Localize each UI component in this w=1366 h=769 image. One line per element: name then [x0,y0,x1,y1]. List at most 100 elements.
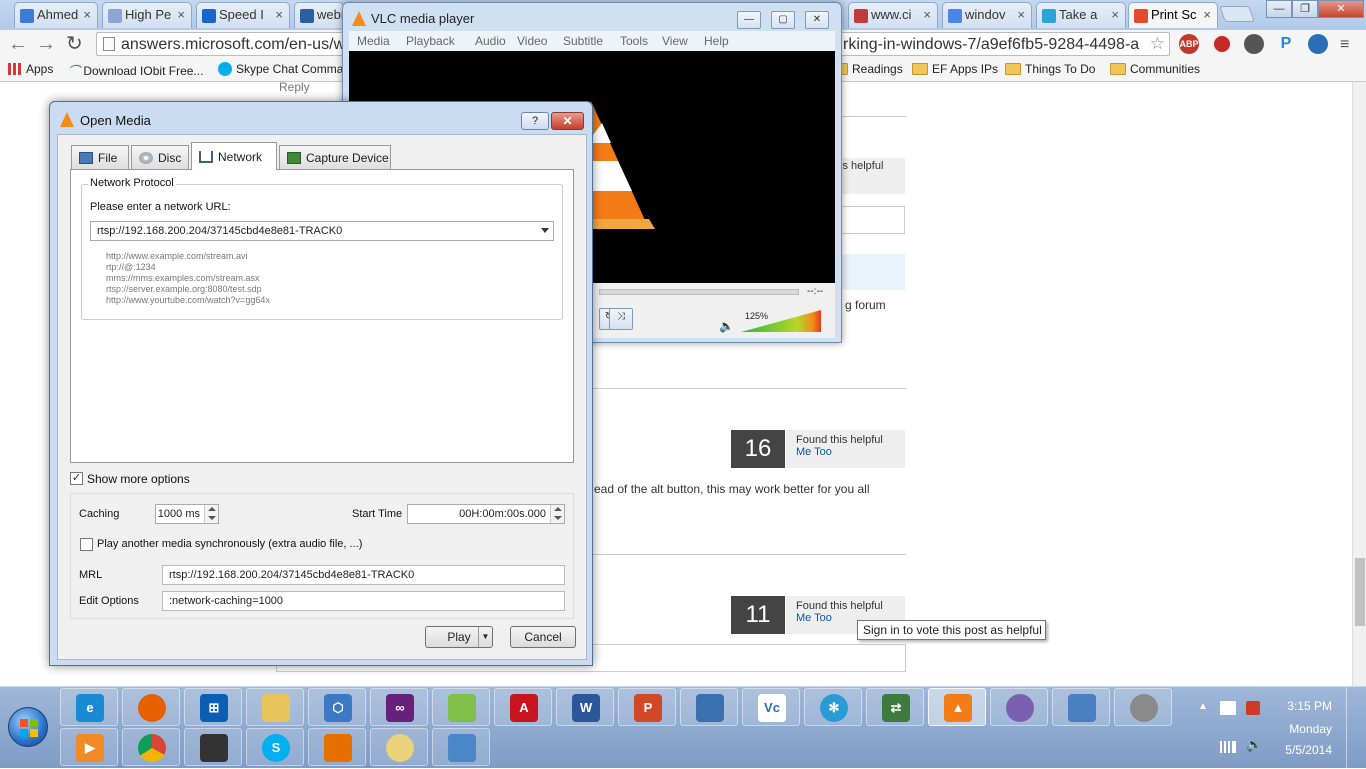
menu-video[interactable]: Video [517,34,547,48]
bookmark-skype[interactable]: Skype Chat Comma [218,62,343,76]
seek-bar[interactable] [599,289,799,295]
menu-view[interactable]: View [662,34,688,48]
shuffle-icon[interactable]: ⤨ [609,308,633,330]
taskbar-sync[interactable]: ⇄ [866,688,924,726]
caching-spinbox[interactable]: 1000 ms [155,504,219,524]
stop-extension-icon[interactable] [1212,34,1232,54]
browser-tab[interactable]: High Pe × [102,2,192,28]
tab-close-icon[interactable]: × [1203,7,1211,22]
clock-day[interactable]: Monday [1280,722,1332,736]
menu-media[interactable]: Media [357,34,390,48]
taskbar-control-panel[interactable] [432,728,490,766]
tab-close-icon[interactable]: × [1111,7,1119,22]
taskbar-ie[interactable]: e [60,688,118,726]
spin-arrows-icon[interactable] [204,505,218,523]
browser-tab-active[interactable]: Print Sc × [1128,2,1218,28]
bookmark-communities[interactable]: Communities [1110,62,1200,76]
bookmark-ef-apps[interactable]: EF Apps IPs [912,62,998,76]
vlc-close-button[interactable]: ✕ [805,11,829,29]
taskbar-visual-studio[interactable]: ∞ [370,688,428,726]
tab-disc[interactable]: Disc [131,145,189,169]
dialog-close-button[interactable]: ✕ [551,112,584,130]
start-time-spinbox[interactable]: 00H:00m:00s.000 [407,504,565,524]
taskbar-powerpoint[interactable]: P [618,688,676,726]
help-button[interactable]: ? [521,112,549,130]
taskbar-teamviewer[interactable]: ⊞ [184,688,242,726]
browser-tab[interactable]: windov × [942,2,1032,28]
speaker-icon[interactable]: 🔈 [719,319,734,333]
tab-close-icon[interactable]: × [275,7,283,22]
show-desktop-button[interactable] [1346,687,1366,769]
vlc-maximize-button[interactable]: ▢ [771,11,795,29]
play-sync-checkbox[interactable] [80,538,93,551]
taskbar-remote[interactable] [1052,688,1110,726]
browser-tab[interactable]: webr [294,2,344,28]
bookmark-readings[interactable]: Readings [832,62,903,76]
bookmark-iobit[interactable]: ⌒ Download IObit Free... [68,62,203,79]
bookmark-star-icon[interactable]: ☆ [1150,34,1165,54]
remote-tray-icon[interactable] [1246,701,1260,715]
menu-subtitle[interactable]: Subtitle [563,34,603,48]
taskbar-notepad[interactable] [432,688,490,726]
taskbar-chrome[interactable] [122,728,180,766]
vlc-minimize-button[interactable]: — [737,11,761,29]
back-icon[interactable]: ← [8,33,28,55]
taskbar-acrobat[interactable]: A [494,688,552,726]
adblock-icon[interactable]: ABP [1179,34,1199,54]
show-more-options-checkbox[interactable]: ✓ [70,472,83,485]
volume-icon[interactable]: 🔈 [1246,737,1262,753]
menu-tools[interactable]: Tools [620,34,648,48]
reload-icon[interactable]: ↻ [66,33,83,55]
me-too-link[interactable]: Me Too [796,446,905,458]
minimize-button[interactable]: — [1266,0,1292,18]
menu-help[interactable]: Help [704,34,729,48]
network-url-input[interactable]: rtsp://192.168.200.204/37145cbd4e8e81-TR… [90,221,554,241]
taskbar-vnc[interactable]: Vc [742,688,800,726]
tab-close-icon[interactable]: × [1017,7,1025,22]
cancel-button[interactable]: Cancel [510,626,576,648]
taskbar-firefox[interactable] [122,688,180,726]
play-dropdown-icon[interactable]: ▼ [478,627,492,647]
tab-close-icon[interactable]: × [83,7,91,22]
taskbar-network[interactable] [680,688,738,726]
tab-capture-device[interactable]: Capture Device [279,145,391,169]
maximize-button[interactable]: ❐ [1292,0,1318,18]
p-extension-icon[interactable]: P [1276,34,1296,54]
taskbar-java-media[interactable] [184,728,242,766]
clock-time[interactable]: 3:15 PM [1280,699,1332,713]
edit-options-field[interactable]: :network-caching=1000 [162,591,565,611]
tab-close-icon[interactable]: × [177,7,185,22]
taskbar-virtualbox[interactable]: ⬡ [308,688,366,726]
tab-file[interactable]: File [71,145,129,169]
globe-icon[interactable] [1308,34,1328,54]
play-button[interactable]: Play ▼ [425,626,493,648]
taskbar-paint[interactable] [370,728,428,766]
reply-link[interactable]: Reply [279,82,310,94]
taskbar-word[interactable]: W [556,688,614,726]
start-button[interactable] [8,707,48,747]
new-tab-button[interactable] [1219,6,1255,22]
graduation-cap-icon[interactable] [1244,34,1264,54]
browser-tab[interactable]: Take a × [1036,2,1126,28]
taskbar-vlc[interactable]: ▲ [928,688,986,726]
tab-network[interactable]: Network [191,142,277,170]
clock-date[interactable]: 5/5/2014 [1280,743,1332,757]
menu-icon[interactable]: ≡ [1340,36,1349,54]
menu-playback[interactable]: Playback [406,34,455,48]
close-window-button[interactable]: ✕ [1318,0,1364,18]
taskbar-java[interactable] [308,728,366,766]
forward-icon[interactable]: → [36,33,56,55]
flag-notification-icon[interactable] [1220,701,1236,715]
network-signal-icon[interactable] [1220,741,1236,753]
taskbar-pidgin[interactable] [990,688,1048,726]
tab-close-icon[interactable]: × [923,7,931,22]
browser-tab[interactable]: Speed I × [196,2,290,28]
browser-tab[interactable]: Ahmed × [14,2,98,28]
taskbar-lock[interactable] [1114,688,1172,726]
mrl-field[interactable]: rtsp://192.168.200.204/37145cbd4e8e81-TR… [162,565,565,585]
spin-arrows-icon[interactable] [550,505,564,523]
taskbar-explorer[interactable] [246,688,304,726]
bookmark-things-to-do[interactable]: Things To Do [1005,62,1095,76]
browser-tab[interactable]: www.ci × [848,2,938,28]
bookmark-apps[interactable]: Apps [8,62,53,76]
